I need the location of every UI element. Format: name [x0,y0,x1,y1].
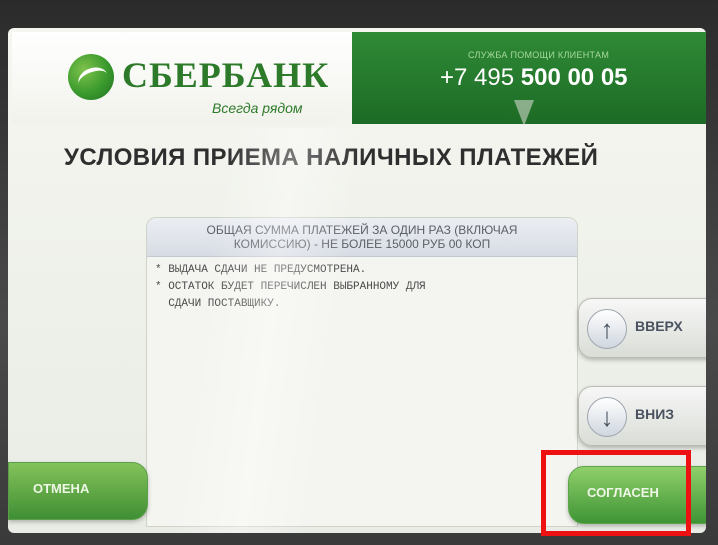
brand-header: СБЕРБАНК Всегда рядом [12,32,352,124]
sberbank-logo-icon [68,54,114,100]
info-header-line1: ОБЩАЯ СУММА ПЛАТЕЖЕЙ ЗА ОДИН РАЗ (ВКЛЮЧА… [206,223,518,237]
scroll-up-button[interactable]: ↑ ВВЕРХ [578,298,706,358]
bank-name: СБЕРБАНК [122,55,330,95]
scroll-down-label: ВНИЗ [635,406,675,422]
scroll-up-label: ВВЕРХ [635,318,683,334]
info-panel-header: ОБЩАЯ СУММА ПЛАТЕЖЕЙ ЗА ОДИН РАЗ (ВКЛЮЧА… [147,218,577,257]
info-panel: ОБЩАЯ СУММА ПЛАТЕЖЕЙ ЗА ОДИН РАЗ (ВКЛЮЧА… [146,217,578,527]
helpline-prefix: +7 495 [440,64,515,91]
info-text: * ВЫДАЧА СДАЧИ НЕ ПРЕДУСМОТРЕНА. * ОСТАТ… [155,262,565,313]
cancel-label: ОТМЕНА [33,481,90,496]
highlight-box [541,450,691,536]
info-line: СДАЧИ ПОСТАВЩИКУ. [155,298,281,310]
bank-slogan: Всегда рядом [212,100,303,116]
header-tick [514,100,534,126]
helpline-number: 500 00 05 [520,64,628,91]
helpline-phone: +7 495 500 00 05 [440,64,628,92]
info-line: * ОСТАТОК БУДЕТ ПЕРЕЧИСЛЕН ВЫБРАННОМУ ДЛ… [155,281,426,293]
info-line: * ВЫДАЧА СДАЧИ НЕ ПРЕДУСМОТРЕНА. [155,264,367,276]
arrow-up-icon: ↑ [587,309,627,349]
arrow-down-icon: ↓ [587,397,627,437]
helpline-caption: СЛУЖБА ПОМОЩИ КЛИЕНТАМ [468,50,610,60]
scroll-down-button[interactable]: ↓ ВНИЗ [578,386,706,446]
info-header-line2: КОМИССИЮ) - НЕ БОЛЕЕ 15000 РУБ 00 КОП [233,237,491,251]
page-title: УСЛОВИЯ ПРИЕМА НАЛИЧНЫХ ПЛАТЕЖЕЙ [64,144,599,171]
cancel-button[interactable]: ОТМЕНА [8,462,148,520]
